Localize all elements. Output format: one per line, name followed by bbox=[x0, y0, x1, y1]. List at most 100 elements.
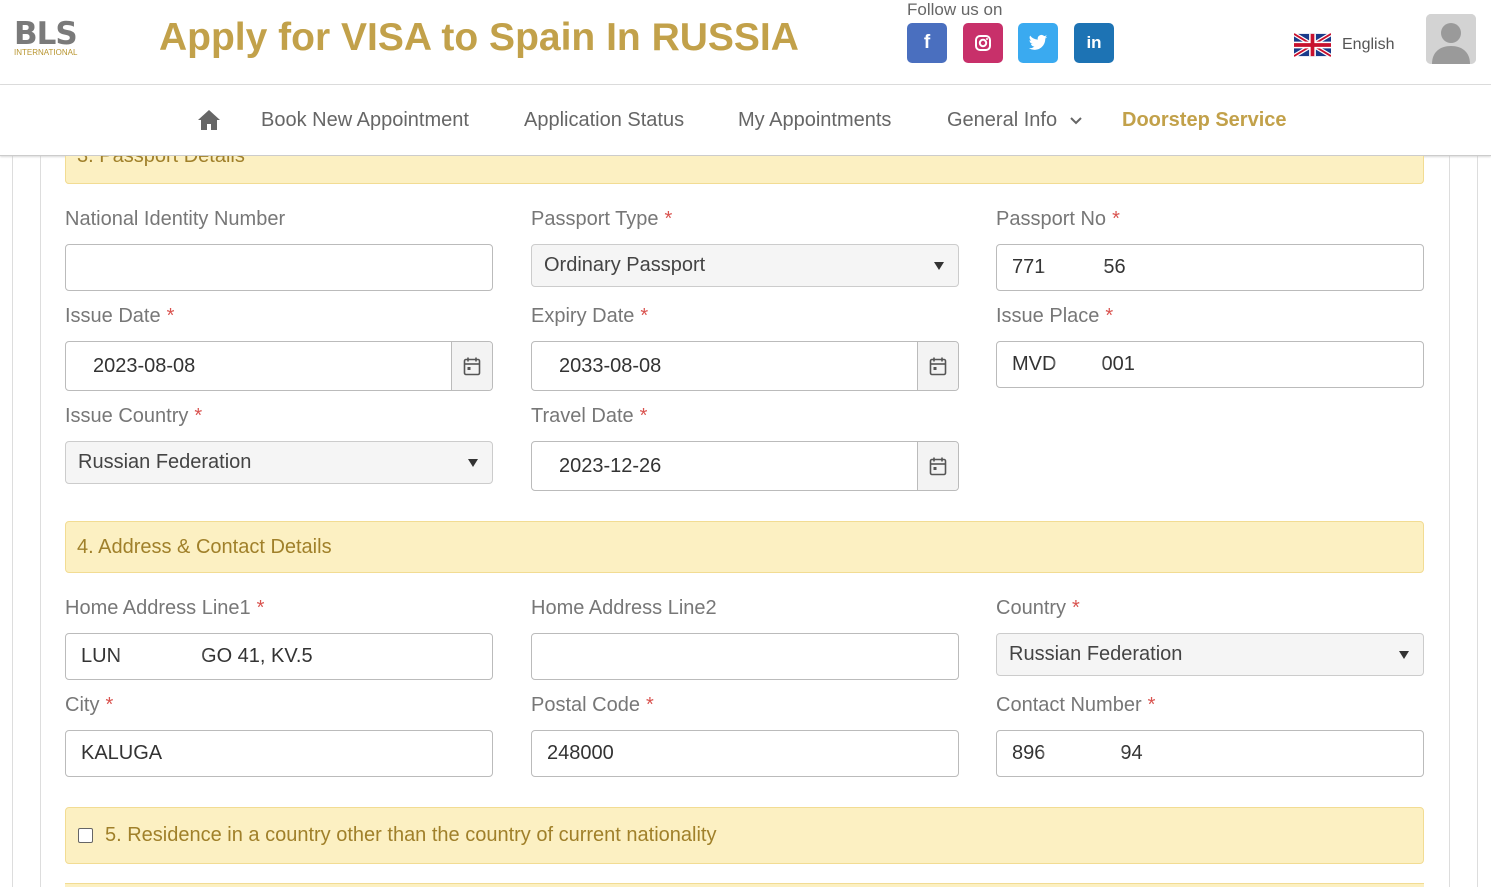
bls-logo[interactable]: BLS INTERNATIONAL bbox=[14, 18, 94, 62]
select-value: Russian Federation bbox=[78, 451, 252, 473]
passport-type-select[interactable]: Ordinary Passport bbox=[531, 244, 959, 287]
label-text: Issue Date bbox=[65, 305, 161, 327]
home-icon[interactable] bbox=[197, 109, 221, 131]
date-value: 2033-08-08 bbox=[559, 354, 662, 377]
section-title: 4. Address & Contact Details bbox=[77, 535, 332, 558]
value-visible-start: MVD bbox=[1012, 353, 1057, 375]
label-text: Passport No bbox=[996, 208, 1107, 230]
section-residence: 5. Residence in a country other than the… bbox=[65, 807, 1424, 864]
nav-my-appointments[interactable]: My Appointments bbox=[738, 108, 891, 132]
label-travel-date: Travel Date * bbox=[531, 404, 647, 428]
address-line1-input[interactable]: LUN GO 41, KV.5 bbox=[65, 633, 493, 680]
calendar-icon[interactable] bbox=[917, 342, 958, 390]
redacted-area bbox=[1056, 354, 1102, 375]
main-nav-overlay: Book New Appointment Application Status … bbox=[0, 85, 1491, 156]
label-passport-no: Passport No * bbox=[996, 207, 1120, 231]
logo-text: BLS bbox=[14, 16, 78, 52]
label-text: National Identity Number bbox=[65, 208, 286, 230]
user-avatar-icon[interactable] bbox=[1426, 14, 1476, 64]
residence-checkbox[interactable] bbox=[78, 828, 93, 843]
page-border-left bbox=[12, 156, 13, 887]
calendar-icon[interactable] bbox=[917, 442, 958, 490]
label-text: Contact Number bbox=[996, 694, 1142, 716]
label-passport-type: Passport Type * bbox=[531, 207, 672, 231]
label-text: Home Address Line2 bbox=[531, 597, 717, 619]
label-country: Country * bbox=[996, 596, 1080, 620]
required-mark: * bbox=[640, 305, 649, 327]
label-text: Country bbox=[996, 597, 1067, 619]
issue-country-select[interactable]: Russian Federation bbox=[65, 441, 493, 484]
value-visible-end: 001 bbox=[1101, 353, 1135, 375]
nav-book-appointment[interactable]: Book New Appointment bbox=[261, 108, 469, 132]
label-text: City bbox=[65, 694, 100, 716]
header: BLS INTERNATIONAL Apply for VISA to Spai… bbox=[0, 0, 1491, 85]
value-visible-end: 56 bbox=[1103, 256, 1126, 278]
uk-flag-icon bbox=[1294, 33, 1331, 57]
required-mark: * bbox=[1112, 208, 1120, 230]
date-value: 2023-12-26 bbox=[559, 454, 662, 477]
label-national-id: National Identity Number bbox=[65, 207, 285, 231]
chevron-down-icon bbox=[1069, 117, 1082, 125]
city-input[interactable]: KALUGA bbox=[65, 730, 493, 777]
date-value: 2023-08-08 bbox=[93, 354, 196, 377]
label-address-line2: Home Address Line2 bbox=[531, 596, 717, 620]
value-visible-start: 896 bbox=[1012, 742, 1046, 764]
next-section-edge bbox=[65, 883, 1424, 887]
section-passport-title: 3. Passport Details bbox=[77, 156, 245, 167]
passport-no-input[interactable]: 771 56 bbox=[996, 244, 1424, 291]
label-text: Issue Country bbox=[65, 405, 189, 427]
twitter-icon[interactable] bbox=[1018, 23, 1058, 63]
label-expiry-date: Expiry Date * bbox=[531, 304, 648, 328]
required-mark: * bbox=[645, 694, 654, 716]
redacted-area bbox=[1045, 743, 1121, 764]
required-mark: * bbox=[1072, 597, 1080, 619]
nav-general-info[interactable]: General Info bbox=[947, 108, 1083, 132]
expiry-date-input[interactable]: 2033-08-08 bbox=[531, 341, 959, 391]
label-text: Postal Code bbox=[531, 694, 640, 716]
section-passport-visible: 3. Passport Details bbox=[65, 156, 1424, 184]
page-title: Apply for VISA to Spain In RUSSIA bbox=[159, 16, 799, 59]
nav-doorstep-service[interactable]: Doorstep Service bbox=[1122, 108, 1287, 132]
section-address-contact: 4. Address & Contact Details bbox=[65, 521, 1424, 573]
label-text: Issue Place bbox=[996, 305, 1100, 327]
card-border-left bbox=[40, 156, 41, 887]
dropdown-arrow-icon bbox=[934, 262, 944, 270]
linkedin-icon[interactable]: in bbox=[1074, 23, 1114, 63]
card-border-right bbox=[1449, 156, 1450, 887]
facebook-icon[interactable]: f bbox=[907, 23, 947, 63]
label-address-line1: Home Address Line1 * bbox=[65, 596, 264, 620]
label-text: Passport Type bbox=[531, 208, 659, 230]
language-selector[interactable]: English bbox=[1294, 33, 1394, 57]
required-mark: * bbox=[664, 208, 673, 230]
issue-place-input[interactable]: MVD 001 bbox=[996, 341, 1424, 388]
calendar-icon[interactable] bbox=[451, 342, 492, 390]
required-mark: * bbox=[105, 694, 114, 716]
instagram-icon[interactable] bbox=[963, 23, 1003, 63]
redacted-area bbox=[1045, 257, 1104, 278]
nav-application-status[interactable]: Application Status bbox=[524, 108, 684, 132]
required-mark: * bbox=[1105, 305, 1114, 327]
follow-label: Follow us on bbox=[907, 0, 1003, 19]
nav-general-info-label: General Info bbox=[947, 109, 1058, 131]
label-issue-date: Issue Date * bbox=[65, 304, 174, 328]
select-value: Ordinary Passport bbox=[544, 254, 706, 276]
value-visible-start: 771 bbox=[1012, 256, 1046, 278]
country-select[interactable]: Russian Federation bbox=[996, 633, 1424, 676]
page-border-right bbox=[1477, 156, 1478, 887]
label-postal-code: Postal Code * bbox=[531, 693, 654, 717]
travel-date-input[interactable]: 2023-12-26 bbox=[531, 441, 959, 491]
address-line2-input[interactable] bbox=[531, 633, 959, 680]
label-text: Travel Date bbox=[531, 405, 634, 427]
value-visible-start: LUN bbox=[81, 645, 122, 667]
issue-date-input[interactable]: 2023-08-08 bbox=[65, 341, 493, 391]
label-text: Expiry Date bbox=[531, 305, 635, 327]
value-visible-end: GO 41, KV.5 bbox=[201, 645, 313, 667]
contact-number-input[interactable]: 896 94 bbox=[996, 730, 1424, 777]
national-id-input[interactable] bbox=[65, 244, 493, 291]
required-mark: * bbox=[1147, 694, 1156, 716]
value-visible-end: 94 bbox=[1120, 742, 1143, 764]
dropdown-arrow-icon bbox=[468, 459, 478, 467]
postal-code-input[interactable]: 248000 bbox=[531, 730, 959, 777]
label-text: Home Address Line1 bbox=[65, 597, 251, 619]
language-label: English bbox=[1342, 36, 1395, 53]
